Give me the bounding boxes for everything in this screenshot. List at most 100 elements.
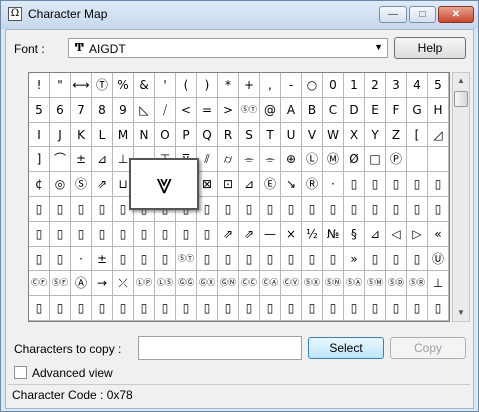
scroll-thumb[interactable] xyxy=(454,91,468,107)
character-cell[interactable]: Ⓐ xyxy=(71,271,92,297)
character-cell[interactable]: ⓈⓉ xyxy=(239,97,260,123)
character-cell[interactable]: 0 xyxy=(323,73,344,98)
character-cell[interactable]: ▯ xyxy=(365,246,386,272)
character-cell[interactable]: Z xyxy=(386,122,407,148)
character-cell[interactable]: ▯ xyxy=(29,246,50,272)
character-cell[interactable]: № xyxy=(323,221,344,247)
character-cell[interactable]: ⒼⒼ xyxy=(176,271,197,297)
character-cell[interactable]: ⇗ xyxy=(92,172,113,197)
character-cell[interactable]: L xyxy=(92,122,113,148)
character-cell[interactable]: ▯ xyxy=(281,246,302,272)
character-cell[interactable]: ⧸ xyxy=(155,97,176,123)
character-cell[interactable]: W xyxy=(323,122,344,148)
character-cell[interactable]: ▯ xyxy=(323,296,344,321)
character-cell[interactable]: ▯ xyxy=(428,172,449,197)
character-cell[interactable]: ⒸⒸ xyxy=(239,271,260,297)
character-cell[interactable]: ▯ xyxy=(386,172,407,197)
character-cell[interactable]: ⓈⓍ xyxy=(302,271,323,297)
character-cell[interactable]: ▯ xyxy=(155,296,176,321)
character-cell[interactable]: ▯ xyxy=(239,246,260,272)
character-cell[interactable]: ▯ xyxy=(155,246,176,272)
character-cell[interactable]: ⌯ xyxy=(239,147,260,173)
character-cell[interactable]: 7 xyxy=(71,97,92,123)
character-cell[interactable]: ↘ xyxy=(281,172,302,197)
character-cell[interactable]: * xyxy=(218,73,239,98)
character-cell[interactable]: ◿ xyxy=(428,122,449,148)
character-cell[interactable]: K xyxy=(71,122,92,148)
character-cell[interactable]: ⓁⓅ xyxy=(134,271,155,297)
character-cell[interactable]: ▯ xyxy=(386,246,407,272)
character-cell[interactable]: - xyxy=(281,73,302,98)
minimize-button[interactable]: — xyxy=(379,6,407,23)
maximize-button[interactable]: □ xyxy=(409,6,436,23)
character-cell[interactable]: ▯ xyxy=(176,296,197,321)
help-button[interactable]: Help xyxy=(394,37,466,59)
character-cell[interactable]: ⟷ xyxy=(71,73,92,98)
character-cell[interactable]: → xyxy=(92,271,113,297)
grid-scrollbar[interactable]: ▲ ▼ xyxy=(452,72,470,322)
select-button[interactable]: Select xyxy=(308,337,384,359)
character-cell[interactable]: — xyxy=(260,221,281,247)
advanced-view-label[interactable]: Advanced view xyxy=(32,366,113,380)
character-cell[interactable]: ▯ xyxy=(239,197,260,222)
character-cell[interactable]: @ xyxy=(260,97,281,123)
character-cell[interactable]: ◁ xyxy=(386,221,407,247)
characters-to-copy-input[interactable] xyxy=(138,336,302,360)
character-cell[interactable]: ▯ xyxy=(365,197,386,222)
character-cell[interactable]: ▯ xyxy=(218,296,239,321)
character-cell[interactable]: J xyxy=(50,122,71,148)
character-cell[interactable]: ▯ xyxy=(302,296,323,321)
character-cell[interactable]: ⊠ xyxy=(197,172,218,197)
character-cell[interactable]: ¢ xyxy=(29,172,50,197)
character-cell[interactable]: Ⓢ xyxy=(71,172,92,197)
character-cell[interactable]: ] xyxy=(29,147,50,173)
character-cell[interactable]: ⌭ xyxy=(218,147,239,173)
character-cell[interactable]: Y xyxy=(365,122,386,148)
character-cell[interactable]: ⊡ xyxy=(218,172,239,197)
character-cell[interactable]: ▯ xyxy=(344,296,365,321)
scroll-down-icon[interactable]: ▼ xyxy=(453,305,469,321)
character-cell[interactable]: Ⓟ xyxy=(386,147,407,173)
character-cell[interactable]: ⤫ xyxy=(113,271,134,297)
character-cell[interactable]: ▯ xyxy=(176,221,197,247)
character-cell[interactable]: ⇗ xyxy=(239,221,260,247)
character-cell[interactable]: A xyxy=(281,97,302,123)
character-cell[interactable]: D xyxy=(344,97,365,123)
character-cell[interactable]: X xyxy=(344,122,365,148)
character-cell[interactable]: ▯ xyxy=(323,246,344,272)
character-cell[interactable]: ⊿ xyxy=(92,147,113,173)
character-cell[interactable]: ⓈⓂ xyxy=(365,271,386,297)
character-cell[interactable]: ⓈⒶ xyxy=(344,271,365,297)
advanced-view-checkbox[interactable] xyxy=(14,366,27,379)
character-cell[interactable]: ▯ xyxy=(71,296,92,321)
copy-button[interactable]: Copy xyxy=(390,337,466,359)
character-cell[interactable]: ▯ xyxy=(428,296,449,321)
character-cell[interactable]: § xyxy=(344,221,365,247)
character-cell[interactable]: ▯ xyxy=(344,172,365,197)
character-cell[interactable]: C xyxy=(323,97,344,123)
character-cell[interactable]: ▯ xyxy=(365,172,386,197)
character-cell[interactable]: ⊿ xyxy=(239,172,260,197)
character-cell[interactable]: 2 xyxy=(365,73,386,98)
character-cell[interactable]: ▯ xyxy=(113,246,134,272)
character-cell[interactable]: ⌒ xyxy=(50,147,71,173)
character-cell[interactable]: ⊕ xyxy=(281,147,302,173)
character-cell[interactable]: ▯ xyxy=(29,296,50,321)
character-cell[interactable]: P xyxy=(176,122,197,148)
character-cell[interactable]: + xyxy=(239,73,260,98)
character-cell[interactable]: ▯ xyxy=(428,197,449,222)
character-cell[interactable]: ◎ xyxy=(50,172,71,197)
character-cell[interactable]: ▯ xyxy=(218,197,239,222)
character-cell[interactable]: ▯ xyxy=(113,221,134,247)
character-cell[interactable]: 1 xyxy=(344,73,365,98)
character-cell[interactable]: ▯ xyxy=(134,296,155,321)
character-cell[interactable]: ⊿ xyxy=(365,221,386,247)
close-button[interactable]: ✕ xyxy=(438,6,474,23)
character-cell[interactable]: = xyxy=(197,97,218,123)
character-cell[interactable] xyxy=(428,147,449,173)
character-cell[interactable]: Ⓤ xyxy=(428,246,449,272)
character-cell[interactable]: ⓈⓉ xyxy=(176,246,197,272)
character-cell[interactable] xyxy=(407,147,428,173)
character-cell[interactable]: B xyxy=(302,97,323,123)
character-cell[interactable]: 5 xyxy=(29,97,50,123)
